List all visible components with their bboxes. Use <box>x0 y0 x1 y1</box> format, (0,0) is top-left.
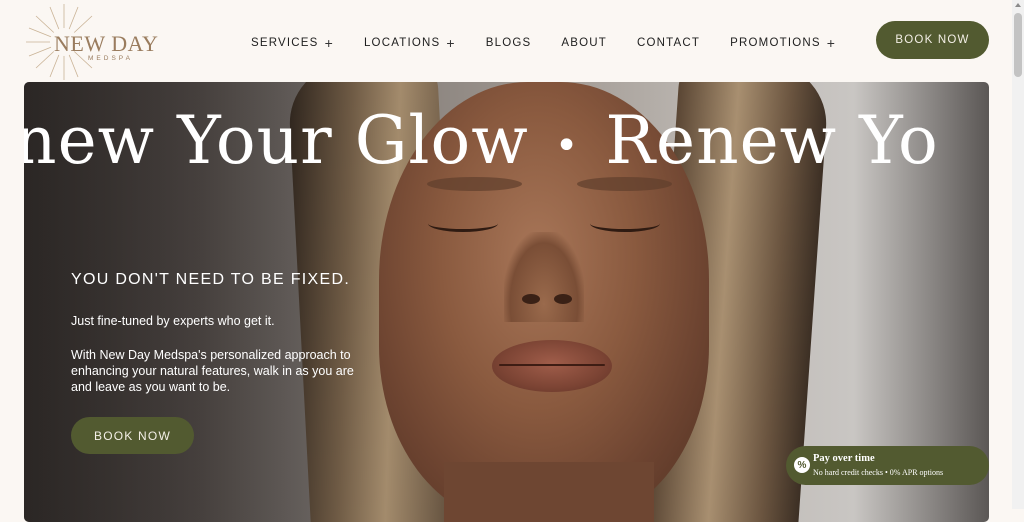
nav-item-label: SERVICES <box>251 37 319 49</box>
scroll-up-arrow-icon[interactable] <box>1015 3 1021 7</box>
pay-over-time-subtitle: No hard credit checks • 0% APR options <box>813 468 944 477</box>
page-scrollbar[interactable] <box>1012 0 1024 509</box>
nav-item-about[interactable]: ABOUT <box>561 37 607 49</box>
site-header: NEW DAY MEDSPA SERVICES + LOCATIONS + BL… <box>0 0 1012 82</box>
nav-item-blogs[interactable]: BLOGS <box>486 37 532 49</box>
hero-book-now-button[interactable]: BOOK NOW <box>71 417 194 454</box>
hero-image-lips <box>492 340 612 392</box>
plus-icon[interactable]: + <box>446 36 455 50</box>
hero-image-nostril <box>522 294 540 304</box>
hero-body-copy: With New Day Medspa's personalized appro… <box>71 348 354 394</box>
brand-logo[interactable]: NEW DAY MEDSPA <box>26 4 176 80</box>
marquee-separator: • <box>554 123 580 169</box>
pay-over-time-title: Pay over time <box>813 453 875 464</box>
brand-subtitle: MEDSPA <box>88 55 133 62</box>
hero-image-nose <box>504 232 584 322</box>
hero-image-brow <box>427 177 522 191</box>
percent-icon: % <box>794 457 810 473</box>
plus-icon[interactable]: + <box>325 36 334 50</box>
nav-item-label: PROMOTIONS <box>730 37 821 49</box>
marquee-text: enew Your Glow <box>24 102 529 179</box>
nav-item-locations[interactable]: LOCATIONS + <box>364 36 456 50</box>
hero-tagline: YOU DON'T NEED TO BE FIXED. <box>71 271 351 288</box>
nav-item-promotions[interactable]: PROMOTIONS + <box>730 36 836 50</box>
book-now-button[interactable]: BOOK NOW <box>876 21 989 59</box>
marquee-text: Renew Yo <box>605 102 939 179</box>
hero-image-eye <box>428 215 498 232</box>
nav-item-services[interactable]: SERVICES + <box>251 36 334 50</box>
nav-item-label: LOCATIONS <box>363 37 441 49</box>
nav-item-label: BLOGS <box>485 37 532 49</box>
nav-item-contact[interactable]: CONTACT <box>637 37 700 49</box>
hero-image-neck <box>444 462 654 522</box>
hero-marquee: enew Your Glow • Renew Yo <box>24 102 939 179</box>
nav-item-label: CONTACT <box>637 37 701 49</box>
hero-image-lip-line <box>499 364 605 366</box>
pay-over-time-badge[interactable]: % Pay over time No hard credit checks • … <box>786 446 989 485</box>
hero-image-nostril <box>554 294 572 304</box>
nav-item-label: ABOUT <box>561 37 608 49</box>
brand-name: NEW DAY <box>54 31 159 56</box>
hero-image-eye <box>590 215 660 232</box>
hero-image-brow <box>577 177 672 191</box>
scrollbar-thumb[interactable] <box>1014 13 1022 77</box>
main-nav: SERVICES + LOCATIONS + BLOGS ABOUT CONTA… <box>251 33 866 53</box>
plus-icon[interactable]: + <box>827 36 836 50</box>
hero-subline: Just fine-tuned by experts who get it. <box>71 314 275 328</box>
